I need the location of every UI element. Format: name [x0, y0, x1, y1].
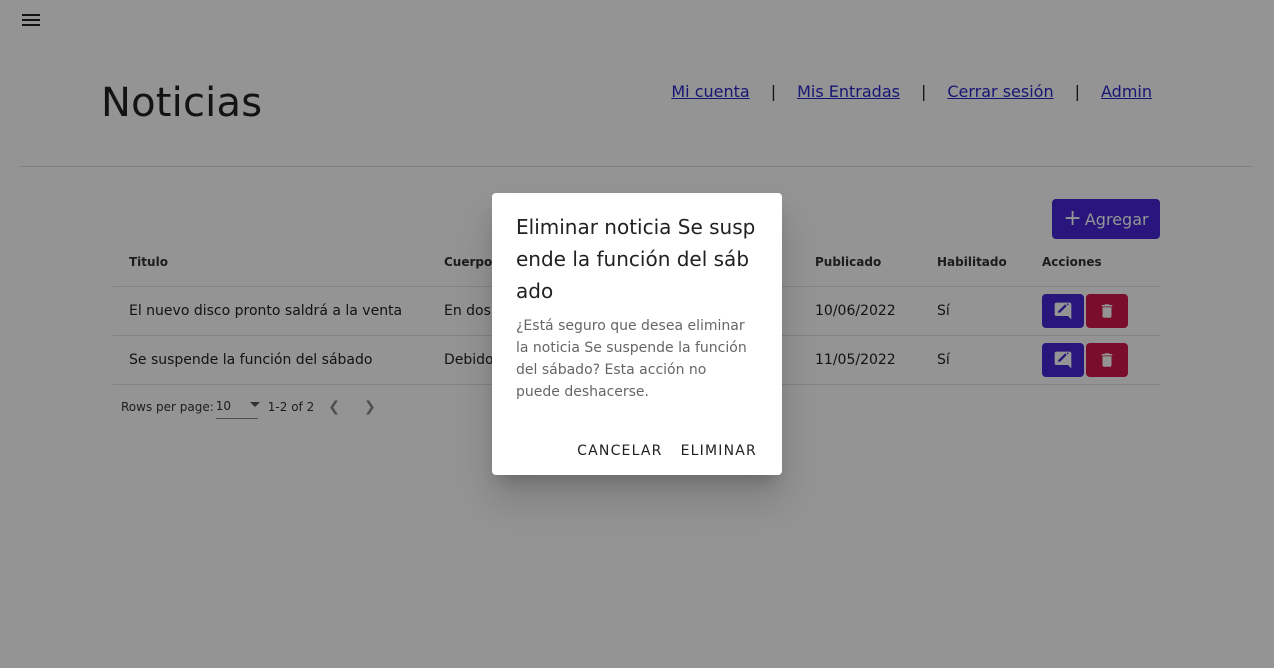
dialog-title: Eliminar noticia Se suspende la función …: [516, 215, 756, 303]
delete-confirm-dialog: Eliminar noticia Se suspende la función …: [492, 193, 782, 475]
confirm-delete-button[interactable]: ELIMINAR: [681, 443, 757, 459]
dialog-message: ¿Está seguro que desea eliminar la notic…: [516, 318, 747, 400]
cancel-button[interactable]: CANCELAR: [577, 443, 662, 459]
dialog-actions: CANCELAR ELIMINAR: [577, 443, 757, 459]
